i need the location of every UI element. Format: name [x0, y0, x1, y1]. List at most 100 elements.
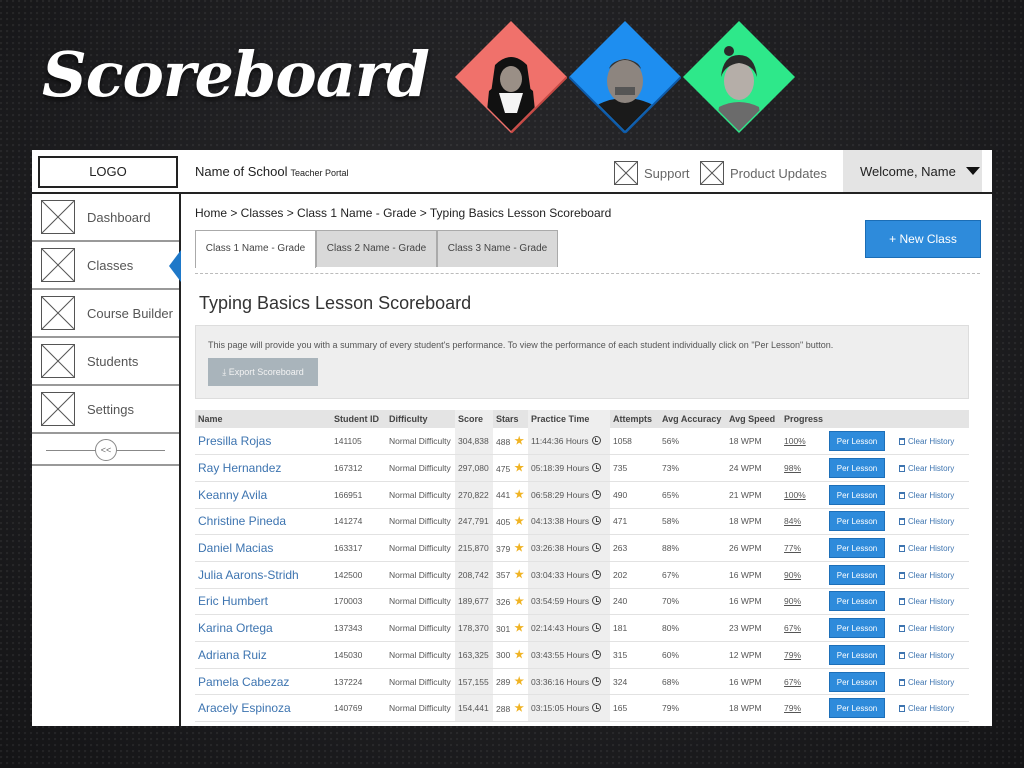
column-header-score[interactable]: Score [455, 410, 493, 428]
per-lesson-button[interactable]: Per Lesson [829, 618, 885, 639]
attempts: 181 [610, 614, 659, 642]
breadcrumb[interactable]: Home > Classes > Class 1 Name - Grade > … [195, 206, 611, 220]
practice-time-cell: 03:36:16 Hours [528, 668, 610, 696]
per-lesson-button[interactable]: Per Lesson [829, 538, 885, 559]
attempts: 263 [610, 534, 659, 562]
per-lesson-button[interactable]: Per Lesson [829, 591, 885, 612]
clear-history-link[interactable]: Clear History [908, 464, 954, 473]
clear-history-link[interactable]: Clear History [908, 491, 954, 500]
progress-link[interactable]: 98% [781, 454, 826, 482]
per-lesson-cell: Per Lesson [826, 588, 896, 616]
clear-history-link[interactable]: Clear History [908, 651, 954, 660]
per-lesson-button[interactable]: Per Lesson [829, 564, 885, 585]
trash-icon [899, 651, 905, 659]
sidebar-item-label: Classes [87, 257, 134, 273]
difficulty: Normal Difficulty [386, 508, 455, 536]
sidebar: Dashboard Classes Course Builder Student… [32, 194, 181, 726]
column-header-stars[interactable]: Stars [493, 410, 528, 428]
difficulty: Normal Difficulty [386, 694, 455, 723]
progress-link[interactable]: 77% [781, 534, 826, 562]
student-name-link[interactable]: Keanny Avila [195, 481, 331, 509]
attempts: 471 [610, 508, 659, 536]
progress-link[interactable]: 90% [781, 561, 826, 589]
student-name-link[interactable]: Aracely Espinoza [195, 694, 331, 723]
per-lesson-button[interactable]: Per Lesson [829, 671, 885, 692]
clear-history-link[interactable]: Clear History [908, 437, 954, 446]
student-id: 170003 [331, 588, 386, 616]
attempts: 202 [610, 561, 659, 589]
progress-link[interactable]: 67% [781, 614, 826, 642]
column-header-attempts[interactable]: Attempts [610, 410, 659, 428]
column-header-student-id[interactable]: Student ID [331, 410, 386, 428]
logo[interactable]: LOGO [38, 156, 178, 188]
student-name-link[interactable]: Presilla Rojas [195, 428, 331, 456]
sidebar-item-classes[interactable]: Classes [32, 242, 181, 290]
practice-time-cell: 03:26:38 Hours [528, 534, 610, 562]
student-name-link[interactable]: Karina Ortega [195, 614, 331, 642]
progress-link[interactable]: 84% [781, 508, 826, 536]
clear-history-link[interactable]: Clear History [908, 624, 954, 633]
progress-link[interactable]: 100% [781, 481, 826, 509]
class-tabs: Class 1 Name - Grade Class 2 Name - Grad… [195, 230, 558, 268]
avg-accuracy: 67% [659, 561, 726, 589]
student-id: 167312 [331, 454, 386, 482]
per-lesson-button[interactable]: Per Lesson [829, 458, 885, 479]
student-name-link[interactable]: Eric Humbert [195, 588, 331, 616]
clock-icon [592, 489, 602, 499]
student-name-link[interactable]: Adriana Ruiz [195, 641, 331, 669]
sidebar-item-students[interactable]: Students [32, 338, 179, 386]
main-content: Home > Classes > Class 1 Name - Grade > … [183, 194, 992, 726]
per-lesson-button[interactable]: Per Lesson [829, 431, 885, 452]
per-lesson-button[interactable]: Per Lesson [829, 698, 885, 719]
student-name-link[interactable]: Ray Hernandez [195, 454, 331, 482]
student-name-link[interactable]: Julia Aarons-Stridh [195, 561, 331, 589]
per-lesson-button[interactable]: Per Lesson [829, 511, 885, 532]
clear-history-link[interactable]: Clear History [908, 597, 954, 606]
stars-value: 357 [496, 570, 511, 581]
column-header-name[interactable]: Name [195, 410, 331, 428]
column-header-avg-accuracy[interactable]: Avg Accuracy [659, 410, 726, 428]
active-marker [169, 250, 181, 282]
sidebar-item-course-builder[interactable]: Course Builder [32, 290, 179, 338]
per-lesson-button[interactable]: Per Lesson [829, 644, 885, 665]
star-icon [514, 702, 524, 712]
per-lesson-button[interactable]: Per Lesson [829, 484, 885, 505]
star-icon [514, 542, 524, 552]
practice-time-cell: 06:58:29 Hours [528, 481, 610, 509]
tab-class-2[interactable]: Class 2 Name - Grade [316, 230, 437, 267]
tab-class-1[interactable]: Class 1 Name - Grade [195, 230, 316, 268]
score: 154,441 [455, 694, 493, 723]
sidebar-item-settings[interactable]: Settings [32, 386, 179, 434]
clear-history-link[interactable]: Clear History [908, 704, 954, 713]
clear-history-link[interactable]: Clear History [908, 678, 954, 687]
student-name-link[interactable]: Daniel Macias [195, 534, 331, 562]
progress-link[interactable]: 100% [781, 428, 826, 456]
new-class-button[interactable]: + New Class [865, 220, 981, 258]
student-name-link[interactable]: Christine Pineda [195, 508, 331, 536]
clear-history-link[interactable]: Clear History [908, 544, 954, 553]
tab-class-3[interactable]: Class 3 Name - Grade [437, 230, 558, 267]
progress-link[interactable]: 79% [781, 694, 826, 723]
column-header-difficulty[interactable]: Difficulty [386, 410, 455, 428]
clear-history-link[interactable]: Clear History [908, 571, 954, 580]
product-updates-link[interactable]: Product Updates [700, 160, 827, 186]
progress-link[interactable]: 67% [781, 668, 826, 696]
dashboard-icon [41, 200, 75, 234]
user-menu[interactable]: Welcome, Name [843, 150, 982, 192]
support-link[interactable]: Support [614, 160, 690, 186]
export-scoreboard-button[interactable]: ⤓ Export Scoreboard [208, 358, 318, 386]
stars-value: 488 [496, 436, 511, 447]
clear-history-link[interactable]: Clear History [908, 517, 954, 526]
sidebar-item-dashboard[interactable]: Dashboard [32, 194, 179, 242]
stars-value: 405 [496, 516, 511, 527]
student-name-link[interactable]: Pamela Cabezaz [195, 668, 331, 696]
info-panel: This page will provide you with a summar… [195, 325, 969, 399]
progress-link[interactable]: 79% [781, 641, 826, 669]
column-header-avg-speed[interactable]: Avg Speed [726, 410, 781, 428]
clear-history-cell: Clear History [896, 588, 969, 616]
column-header-progress[interactable]: Progress [781, 410, 826, 428]
progress-link[interactable]: 90% [781, 588, 826, 616]
collapse-sidebar-button[interactable]: << [95, 439, 117, 461]
star-icon [514, 569, 524, 579]
column-header-practice-time[interactable]: Practice Time [528, 410, 610, 428]
